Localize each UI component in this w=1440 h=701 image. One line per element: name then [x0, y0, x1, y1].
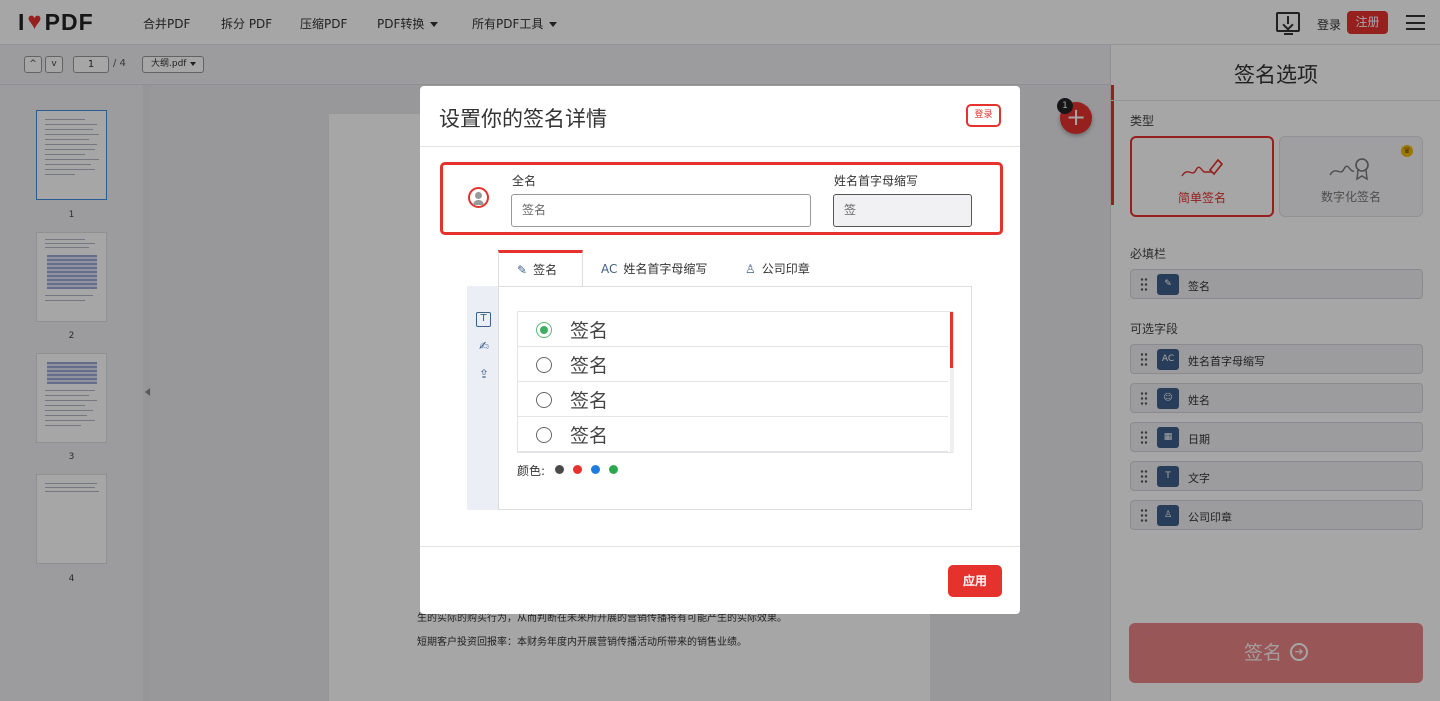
- color-swatch-blue[interactable]: [591, 465, 600, 474]
- signature-style-option[interactable]: 签名: [518, 382, 948, 417]
- tab-signature[interactable]: ✎ 签名: [498, 250, 583, 286]
- initials-input[interactable]: 签: [833, 194, 972, 227]
- full-name-input[interactable]: 签名: [511, 194, 811, 227]
- signature-style-option[interactable]: 签名: [518, 417, 948, 452]
- scrollbar-thumb[interactable]: [950, 312, 953, 368]
- tab-label: 公司印章: [761, 262, 810, 276]
- modal-footer-divider: [420, 546, 1020, 547]
- modal-divider: [420, 146, 1020, 147]
- tab-initials[interactable]: AC 姓名首字母缩写: [601, 250, 707, 286]
- signature-tabs: ✎ 签名 AC 姓名首字母缩写 ♙ 公司印章 T ✍ ⇪ 签名 签名 签名 签名…: [467, 250, 972, 510]
- radio-unselected[interactable]: [536, 392, 552, 408]
- modal-login-button[interactable]: 登录: [966, 104, 1001, 127]
- tab-company-stamp[interactable]: ♙ 公司印章: [745, 250, 810, 286]
- signature-style-list: 签名 签名 签名 签名: [517, 311, 954, 453]
- user-icon: [468, 187, 489, 208]
- signature-style-option[interactable]: 签名: [518, 347, 948, 382]
- name-fields-box: 全名 签名 姓名首字母缩写 签: [440, 162, 1003, 235]
- draw-icon[interactable]: ✍: [476, 338, 492, 354]
- text-icon[interactable]: T: [476, 312, 491, 327]
- color-swatch-red[interactable]: [573, 465, 582, 474]
- signature-preview: 签名: [570, 425, 609, 447]
- signature-preview: 签名: [570, 320, 609, 342]
- initials-label: 姓名首字母缩写: [834, 174, 919, 188]
- modal-title: 设置你的签名详情: [439, 107, 607, 131]
- radio-unselected[interactable]: [536, 357, 552, 373]
- upload-icon[interactable]: ⇪: [476, 366, 492, 382]
- tab-label: 姓名首字母缩写: [623, 262, 708, 276]
- signature-details-modal: 设置你的签名详情 登录 全名 签名 姓名首字母缩写 签 ✎ 签名 AC 姓名首字母缩…: [420, 86, 1020, 614]
- signature-style-panel: 签名 签名 签名 签名 颜色:: [498, 286, 972, 510]
- color-label: 颜色:: [517, 464, 546, 478]
- apply-button[interactable]: 应用: [948, 565, 1002, 597]
- signature-preview: 签名: [570, 355, 609, 377]
- tab-label: 签名: [533, 263, 558, 277]
- signature-preview: 签名: [570, 390, 609, 412]
- signature-style-option[interactable]: 签名: [518, 312, 948, 347]
- color-swatch-black[interactable]: [555, 465, 564, 474]
- stamp-icon: ♙: [745, 262, 756, 276]
- radio-unselected[interactable]: [536, 427, 552, 443]
- full-name-label: 全名: [512, 174, 537, 188]
- color-swatch-green[interactable]: [609, 465, 618, 474]
- pen-icon: ✎: [517, 263, 528, 277]
- radio-selected[interactable]: [536, 322, 552, 338]
- initials-icon: AC: [601, 262, 618, 276]
- signature-mode-sidebar: T ✍ ⇪: [467, 286, 499, 510]
